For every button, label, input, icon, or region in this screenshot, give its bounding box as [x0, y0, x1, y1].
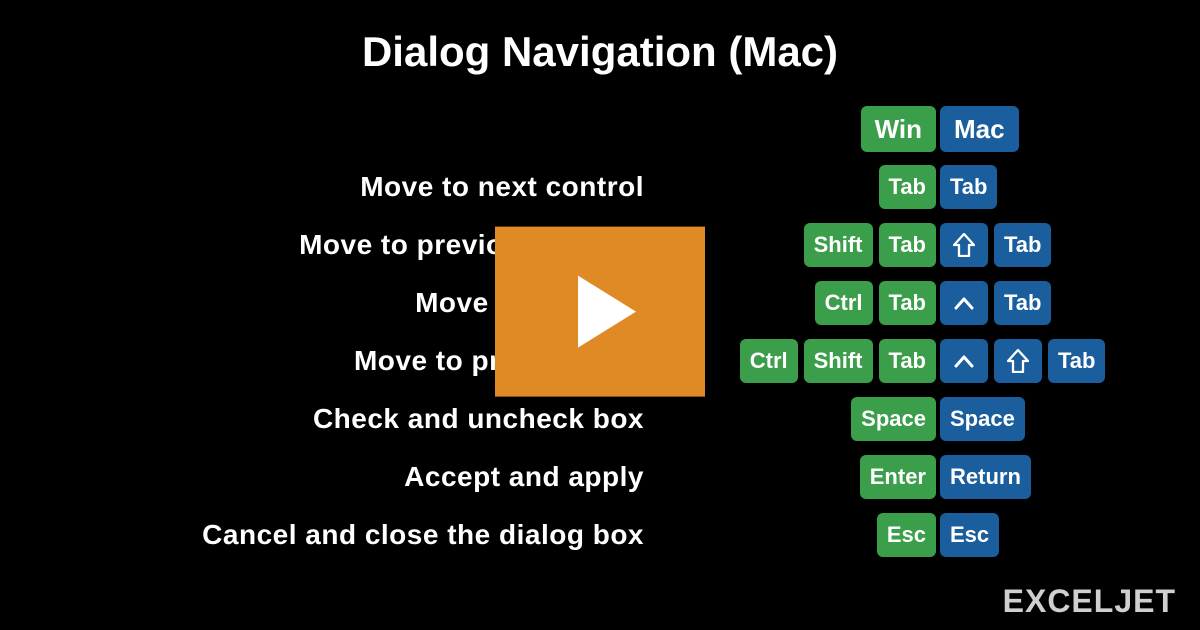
play-button[interactable] — [495, 227, 705, 397]
header-mac-col: Mac — [940, 106, 1160, 152]
win-keys: Ctrl Shift Tab — [666, 339, 936, 383]
key-esc: Esc — [877, 513, 936, 557]
table-header: . Win Mac — [40, 100, 1160, 158]
mac-keys: Tab — [940, 165, 1160, 209]
header-win-col: Win — [666, 106, 936, 152]
key-tab: Tab — [879, 165, 936, 209]
key-esc: Esc — [940, 513, 999, 557]
key-tab: Tab — [879, 281, 936, 325]
mac-keys: Tab — [940, 223, 1160, 267]
key-tab: Tab — [879, 223, 936, 267]
table-row: Move to next control Tab Tab — [40, 158, 1160, 216]
key-tab: Tab — [994, 281, 1051, 325]
mac-keys: Esc — [940, 513, 1160, 557]
win-keys: Ctrl Tab — [666, 281, 936, 325]
shift-up-icon — [940, 223, 988, 267]
key-return: Return — [940, 455, 1031, 499]
mac-keys: Tab — [940, 281, 1160, 325]
win-keys: Esc — [666, 513, 936, 557]
video-slide: Dialog Navigation (Mac) . Win Mac Move t… — [0, 0, 1200, 630]
row-label: Accept and apply — [40, 461, 666, 493]
slide-title: Dialog Navigation (Mac) — [0, 28, 1200, 76]
key-tab: Tab — [940, 165, 997, 209]
key-space: Space — [940, 397, 1025, 441]
win-keys: Space — [666, 397, 936, 441]
brand-watermark: EXCELJET — [1003, 583, 1176, 620]
key-shift: Shift — [804, 339, 873, 383]
win-keys: Tab — [666, 165, 936, 209]
play-icon — [578, 276, 636, 348]
row-label: Cancel and close the dialog box — [40, 519, 666, 551]
key-shift: Shift — [804, 223, 873, 267]
mac-keys: Tab — [940, 339, 1160, 383]
control-caret-icon — [940, 281, 988, 325]
key-tab: Tab — [879, 339, 936, 383]
row-label: Move to next control — [40, 171, 666, 203]
table-row: Cancel and close the dialog box Esc Esc — [40, 506, 1160, 564]
table-row: Check and uncheck box Space Space — [40, 390, 1160, 448]
header-mac-badge: Mac — [940, 106, 1019, 152]
key-space: Space — [851, 397, 936, 441]
control-caret-icon — [940, 339, 988, 383]
mac-keys: Return — [940, 455, 1160, 499]
key-ctrl: Ctrl — [815, 281, 873, 325]
key-tab: Tab — [994, 223, 1051, 267]
mac-keys: Space — [940, 397, 1160, 441]
row-label: Check and uncheck box — [40, 403, 666, 435]
win-keys: Enter — [666, 455, 936, 499]
shift-up-icon — [994, 339, 1042, 383]
key-tab: Tab — [1048, 339, 1105, 383]
header-win-badge: Win — [861, 106, 936, 152]
win-keys: Shift Tab — [666, 223, 936, 267]
key-enter: Enter — [860, 455, 936, 499]
key-ctrl: Ctrl — [740, 339, 798, 383]
table-row: Accept and apply Enter Return — [40, 448, 1160, 506]
